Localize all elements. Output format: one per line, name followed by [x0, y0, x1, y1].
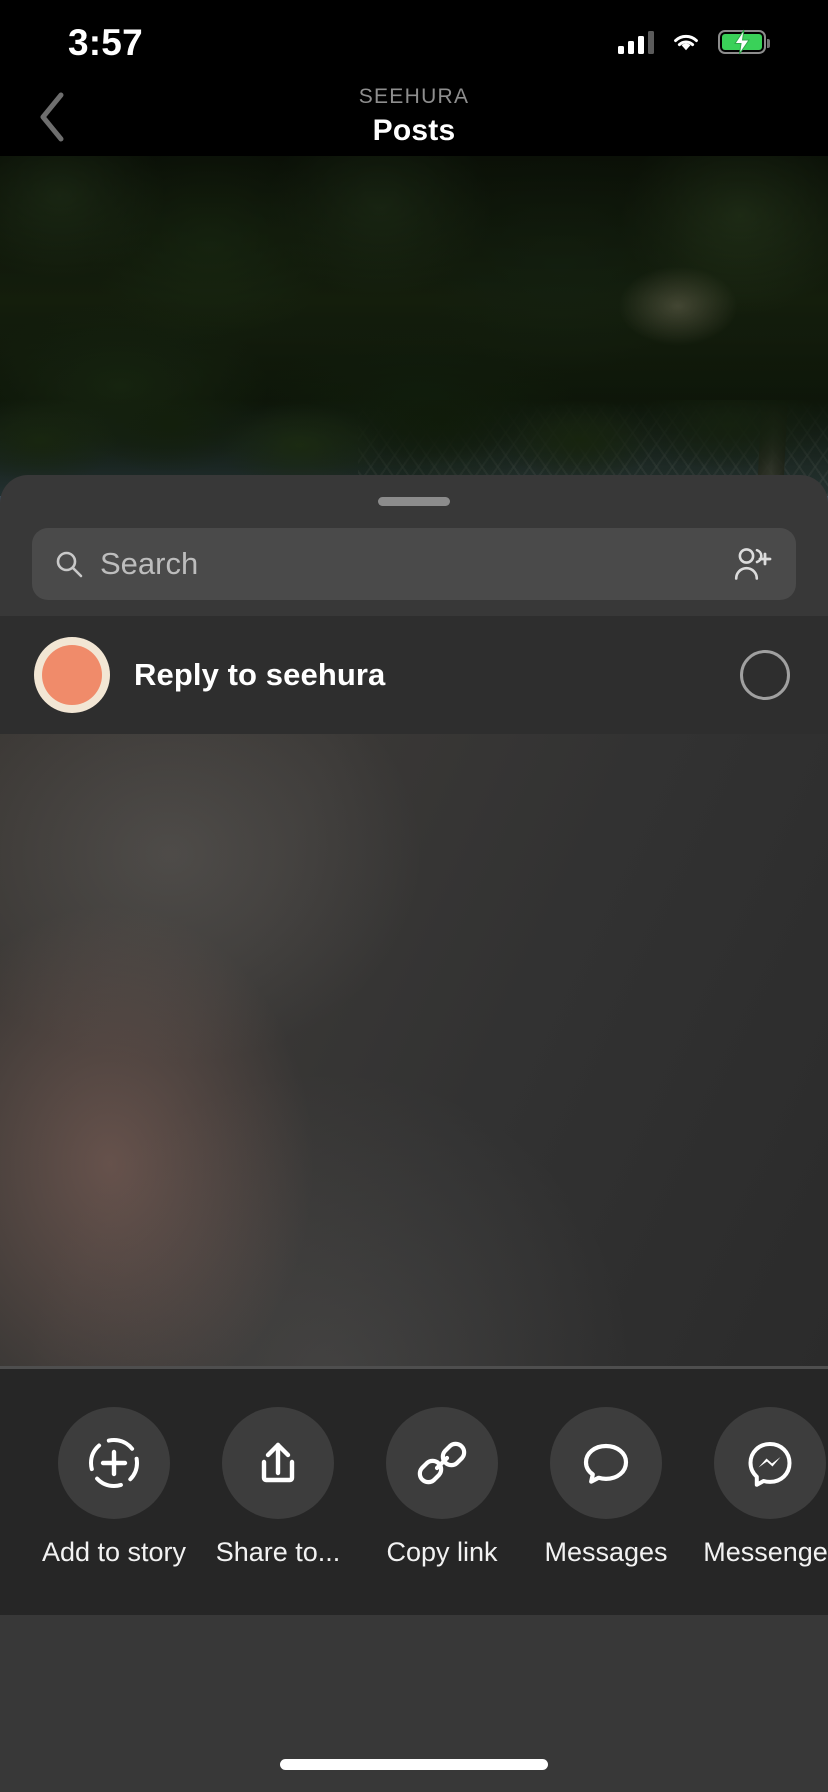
action-messages[interactable]: Messages	[524, 1407, 688, 1568]
action-label: Messenger	[703, 1537, 828, 1567]
blurred-content-area	[0, 734, 828, 1369]
nav-eyebrow: SEEHURA	[358, 85, 470, 109]
share-actions-bar: Add to story Share to... Copy link Messa…	[0, 1369, 828, 1615]
cellular-signal-icon	[618, 30, 654, 54]
phone-screen: 3:57 SEEHURA Posts Search Reply to seehu…	[0, 0, 828, 1792]
charging-bolt-icon	[734, 29, 750, 55]
home-indicator	[280, 1759, 548, 1770]
search-input[interactable]	[100, 546, 718, 582]
status-time: 3:57	[68, 21, 143, 63]
action-label: Messages	[544, 1537, 668, 1567]
action-messenger[interactable]: Messenger	[688, 1407, 828, 1568]
share-sheet: Reply to seehura Add to story	[0, 475, 828, 1792]
sheet-drag-handle[interactable]	[378, 497, 450, 506]
reply-label: Reply to seehura	[134, 657, 386, 692]
status-bar: 3:57	[0, 0, 828, 78]
search-section	[0, 506, 828, 600]
avatar	[34, 637, 110, 713]
action-label: Add to story	[41, 1537, 187, 1567]
action-share-to[interactable]: Share to...	[196, 1407, 360, 1568]
action-circle	[550, 1407, 662, 1519]
page-title: Posts	[372, 114, 456, 148]
messenger-icon	[748, 1442, 792, 1487]
share-actions-row: Add to story Share to... Copy link Messa…	[0, 1407, 828, 1568]
navigation-header: SEEHURA Posts	[0, 78, 828, 156]
battery-charging-icon	[718, 29, 770, 55]
wifi-icon	[674, 34, 698, 51]
action-circle	[714, 1407, 826, 1519]
avatar-image	[42, 645, 102, 705]
action-circle	[386, 1407, 498, 1519]
add-people-icon[interactable]	[732, 545, 774, 583]
link-icon	[417, 1441, 467, 1485]
action-label: Copy link	[386, 1537, 498, 1567]
search-bar[interactable]	[32, 528, 796, 600]
nav-title-group: SEEHURA Posts	[0, 84, 828, 150]
message-bubble-icon	[583, 1443, 629, 1484]
action-copy-link[interactable]: Copy link	[360, 1407, 524, 1568]
action-label: Share to...	[215, 1537, 341, 1567]
status-indicators	[618, 29, 770, 55]
action-add-to-story[interactable]: Add to story	[32, 1407, 196, 1568]
selection-circle-icon[interactable]	[740, 650, 790, 700]
search-icon	[56, 551, 83, 578]
action-circle	[58, 1407, 170, 1519]
add-to-story-icon	[89, 1438, 139, 1488]
action-circle	[222, 1407, 334, 1519]
share-out-icon	[261, 1442, 295, 1483]
reply-row[interactable]: Reply to seehura	[0, 616, 828, 734]
